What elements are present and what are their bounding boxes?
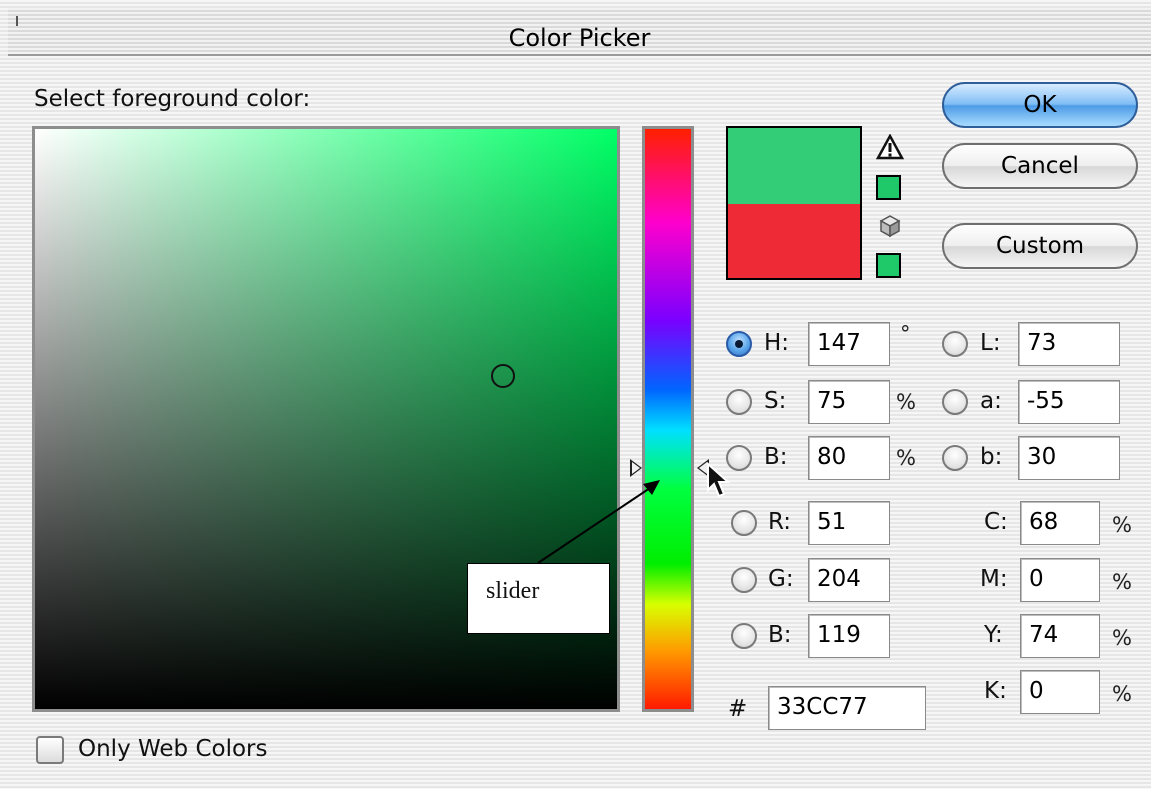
- magenta-unit: %: [1112, 570, 1132, 594]
- black-input[interactable]: 0: [1020, 670, 1100, 714]
- green-label: G:: [768, 566, 794, 592]
- saturation-unit: %: [896, 390, 916, 414]
- new-color-swatch: [726, 126, 862, 204]
- hex-input[interactable]: 33CC77: [768, 686, 926, 730]
- lab-b-label: b:: [980, 444, 1003, 470]
- lab-a-input[interactable]: -55: [1018, 380, 1120, 424]
- lab-l-input[interactable]: 73: [1018, 322, 1120, 366]
- cyan-input[interactable]: 68: [1020, 501, 1100, 545]
- lab-a-label: a:: [980, 388, 1002, 414]
- black-unit: %: [1112, 682, 1132, 706]
- cube-icon[interactable]: [879, 214, 901, 238]
- ok-button[interactable]: OK: [942, 82, 1138, 128]
- lab-b-radio[interactable]: [942, 445, 968, 471]
- cancel-button[interactable]: Cancel: [942, 143, 1138, 189]
- black-label: K:: [984, 678, 1007, 704]
- magenta-input[interactable]: 0: [1020, 558, 1100, 602]
- hue-radio[interactable]: [726, 331, 752, 357]
- brightness-radio[interactable]: [726, 445, 752, 471]
- cyan-unit: %: [1112, 513, 1132, 537]
- hue-label: H:: [764, 330, 790, 356]
- previous-color-swatch[interactable]: [726, 204, 862, 280]
- lab-l-label: L:: [980, 330, 1001, 356]
- yellow-unit: %: [1112, 626, 1132, 650]
- blue-label: B:: [768, 622, 792, 648]
- brightness-label: B:: [764, 444, 788, 470]
- hex-label: #: [728, 696, 748, 722]
- custom-button[interactable]: Custom: [942, 223, 1138, 269]
- yellow-label: Y:: [984, 622, 1003, 648]
- red-radio[interactable]: [731, 510, 757, 536]
- magenta-label: M:: [980, 566, 1008, 592]
- cyan-label: C:: [984, 509, 1008, 535]
- annotation-label: slider: [467, 563, 610, 634]
- gamut-swatch[interactable]: [876, 175, 901, 200]
- red-label: R:: [768, 509, 792, 535]
- lab-b-input[interactable]: 30: [1018, 436, 1120, 480]
- lab-a-radio[interactable]: [942, 389, 968, 415]
- degree-unit: °: [900, 322, 911, 346]
- green-radio[interactable]: [731, 567, 757, 593]
- red-input[interactable]: 51: [808, 501, 890, 545]
- color-picker-window: Color Picker Select foreground color: sl…: [0, 0, 1151, 789]
- saturation-label: S:: [764, 388, 787, 414]
- green-input[interactable]: 204: [808, 558, 890, 602]
- saturation-radio[interactable]: [726, 389, 752, 415]
- brightness-input[interactable]: 80: [808, 436, 890, 480]
- brightness-unit: %: [896, 446, 916, 470]
- saturation-input[interactable]: 75: [808, 380, 890, 424]
- lab-l-radio[interactable]: [942, 331, 968, 357]
- blue-radio[interactable]: [731, 623, 757, 649]
- yellow-input[interactable]: 74: [1020, 614, 1100, 658]
- hue-input[interactable]: 147: [808, 322, 890, 366]
- blue-input[interactable]: 119: [808, 614, 890, 658]
- warning-icon[interactable]: [876, 134, 904, 160]
- web-safe-swatch[interactable]: [876, 253, 901, 278]
- only-web-colors-checkbox[interactable]: [36, 736, 64, 764]
- only-web-colors-label[interactable]: Only Web Colors: [78, 736, 267, 762]
